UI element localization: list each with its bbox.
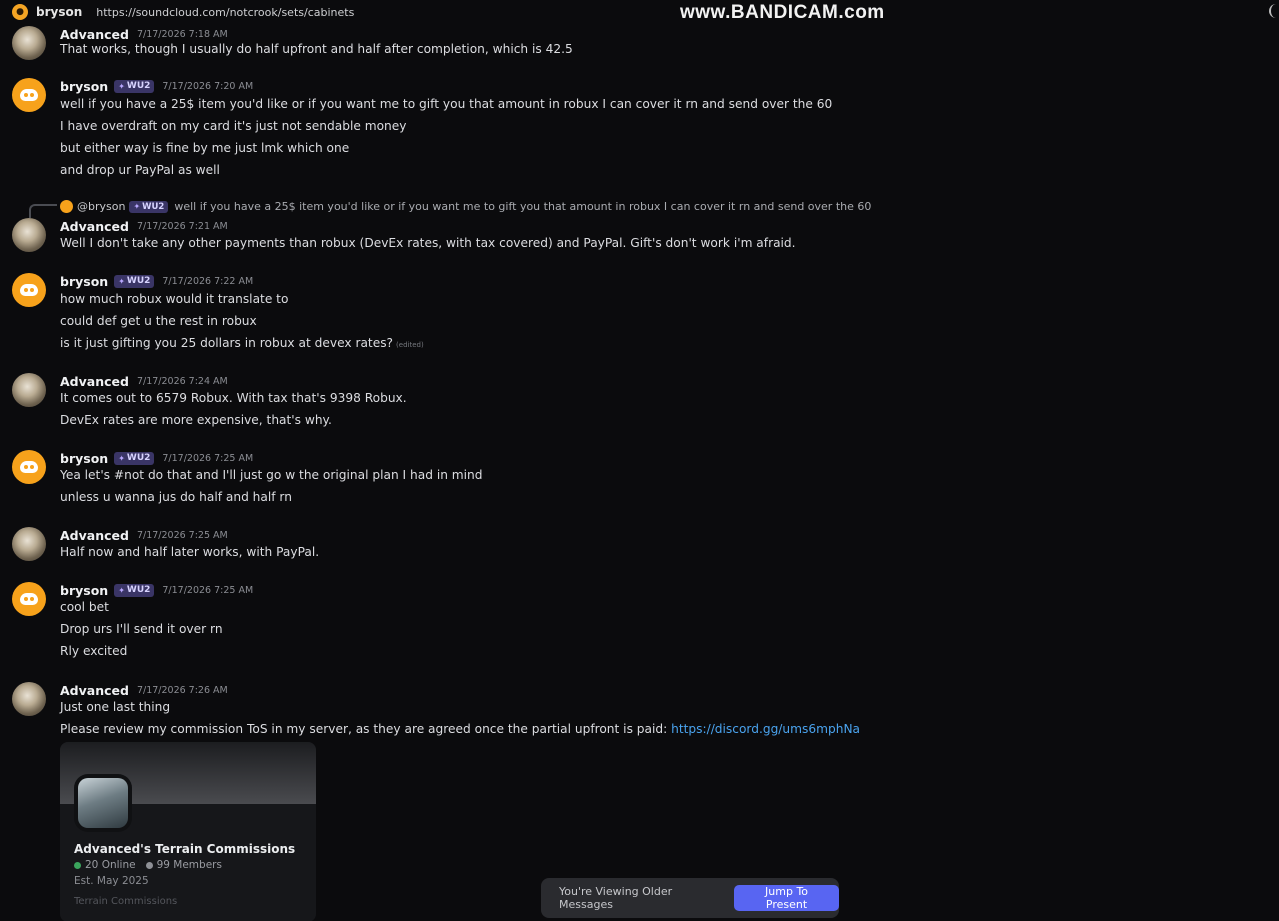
role-badge: ✦ WU2 xyxy=(114,451,155,465)
role-badge: ✦ WU2 xyxy=(129,200,169,213)
message-text: but either way is fine by me just lmk wh… xyxy=(60,141,350,155)
discord-logo-icon xyxy=(20,461,38,473)
avatar[interactable] xyxy=(12,26,46,60)
message-list[interactable]: Advanced 7/17/2026 7:18 AM That works, t… xyxy=(0,24,1279,921)
badge-icon: ✦ xyxy=(118,276,125,286)
online-dot-icon xyxy=(74,861,81,869)
member-count: 99 Members xyxy=(156,859,222,871)
message-text: Half now and half later works, with PayP… xyxy=(60,545,320,559)
reply-preview-text: well if you have a 25$ item you'd like o… xyxy=(174,200,872,213)
message-text: DevEx rates are more expensive, that's w… xyxy=(60,413,332,427)
avatar[interactable] xyxy=(12,273,46,307)
avatar[interactable] xyxy=(12,218,46,252)
avatar[interactable] xyxy=(12,682,46,716)
username[interactable]: bryson xyxy=(60,451,108,466)
username[interactable]: Advanced xyxy=(60,219,129,234)
message-text: unless u wanna jus do half and half rn xyxy=(60,490,292,504)
message-text: That works, though I usually do half upf… xyxy=(60,42,573,56)
avatar[interactable] xyxy=(12,582,46,616)
discord-logo-icon xyxy=(20,593,38,605)
message-text: Well I don't take any other payments tha… xyxy=(60,236,796,250)
invite-link[interactable]: https://discord.gg/ums6mphNa xyxy=(671,722,860,736)
reply-reference[interactable]: @bryson ✦ WU2 well if you have a 25$ item… xyxy=(60,200,871,213)
jump-to-present-button[interactable]: Jump To Present xyxy=(734,885,839,911)
timestamp: 7/17/2026 7:22 AM xyxy=(162,275,254,287)
badge-icon: ✦ xyxy=(118,81,125,91)
username[interactable]: Advanced xyxy=(60,374,129,389)
older-messages-text: You're Viewing Older Messages xyxy=(559,885,673,911)
message-text-edited: is it just gifting you 25 dollars in rob… xyxy=(60,336,424,350)
server-name[interactable]: Advanced's Terrain Commissions xyxy=(74,842,295,856)
discord-logo-icon xyxy=(20,89,38,101)
reply-username[interactable]: @bryson xyxy=(77,200,125,213)
badge-icon: ✦ xyxy=(133,202,141,211)
members-dot-icon xyxy=(145,861,153,869)
username[interactable]: bryson xyxy=(60,274,108,289)
discord-logo-icon xyxy=(20,284,38,296)
server-invite-card[interactable]: Advanced's Terrain Commissions 20 Online… xyxy=(60,742,316,921)
username[interactable]: Advanced xyxy=(60,528,129,543)
badge-icon: ✦ xyxy=(118,453,125,463)
older-messages-bar: You're Viewing Older Messages Jump To Pr… xyxy=(541,878,839,918)
timestamp: 7/17/2026 7:25 AM xyxy=(162,584,254,596)
timestamp: 7/17/2026 7:20 AM xyxy=(162,80,254,92)
role-badge: ✦ WU2 xyxy=(114,79,155,93)
message-text: could def get u the rest in robux xyxy=(60,314,257,328)
edge-icon xyxy=(1269,4,1279,18)
avatar[interactable] xyxy=(12,450,46,484)
timestamp: 7/17/2026 7:25 AM xyxy=(162,452,254,464)
message-text: Yea let's #not do that and I'll just go … xyxy=(60,468,483,482)
avatar[interactable] xyxy=(12,373,46,407)
message-text: Just one last thing xyxy=(60,700,171,714)
message-text: I have overdraft on my card it's just no… xyxy=(60,119,407,133)
message-text: how much robux would it translate to xyxy=(60,292,289,306)
message-text: cool bet xyxy=(60,600,109,614)
top-bar: ● bryson https://soundcloud.com/notcrook… xyxy=(0,0,1279,24)
avatar[interactable] xyxy=(12,78,46,112)
timestamp: 7/17/2026 7:25 AM xyxy=(136,529,228,541)
reply-spine xyxy=(29,204,57,218)
now-playing-url[interactable]: https://soundcloud.com/notcrook/sets/cab… xyxy=(96,6,354,19)
role-badge: ✦ WU2 xyxy=(114,274,155,288)
username[interactable]: bryson xyxy=(60,583,108,598)
timestamp: 7/17/2026 7:21 AM xyxy=(136,220,228,232)
username[interactable]: bryson xyxy=(60,79,108,94)
role-badge: ✦ WU2 xyxy=(114,583,155,597)
username[interactable]: Advanced xyxy=(60,683,129,698)
avatar[interactable] xyxy=(12,527,46,561)
server-icon[interactable] xyxy=(74,774,132,832)
reply-avatar xyxy=(60,200,73,213)
timestamp: 7/17/2026 7:26 AM xyxy=(136,684,228,696)
established-date: Est. May 2025 xyxy=(74,875,149,887)
edited-label: (edited) xyxy=(396,341,424,349)
badge-icon: ✦ xyxy=(118,585,125,595)
timestamp: 7/17/2026 7:24 AM xyxy=(136,375,228,387)
message-text: and drop ur PayPal as well xyxy=(60,163,220,177)
bandicam-watermark: www.BANDICAM.com xyxy=(680,2,885,23)
server-stats: 20 Online 99 Members xyxy=(74,859,222,871)
message-text: Drop urs I'll send it over rn xyxy=(60,622,223,636)
message-text-with-link: Please review my commission ToS in my se… xyxy=(60,722,861,736)
online-count: 20 Online xyxy=(85,859,136,871)
username[interactable]: Advanced xyxy=(60,27,129,42)
current-user-label: bryson xyxy=(36,5,83,19)
timestamp: 7/17/2026 7:18 AM xyxy=(136,28,228,40)
message-text: Rly excited xyxy=(60,644,128,658)
discord-app-icon: ● xyxy=(12,4,28,20)
server-tag: Terrain Commissions xyxy=(74,896,178,907)
server-icon-image xyxy=(78,778,128,828)
message-text: It comes out to 6579 Robux. With tax tha… xyxy=(60,391,407,405)
message-text: well if you have a 25$ item you'd like o… xyxy=(60,97,833,111)
